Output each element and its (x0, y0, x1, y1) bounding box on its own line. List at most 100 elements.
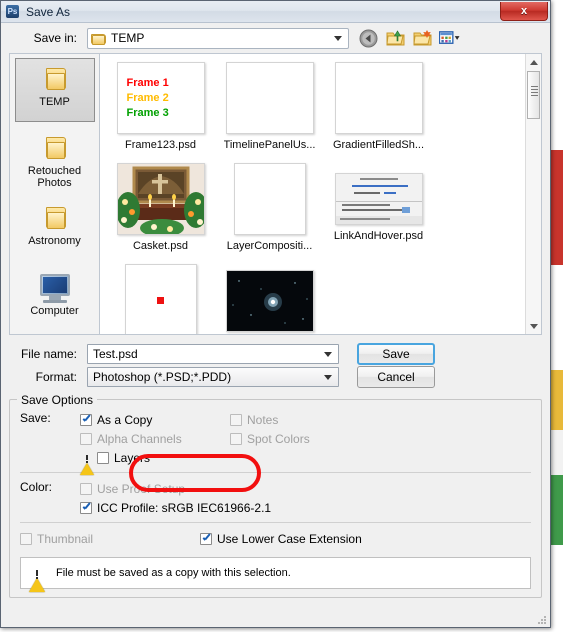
save-row: Save: As a Copy Notes Alpha Channels Spo… (20, 410, 531, 475)
checkbox-as-a-copy[interactable]: As a Copy (80, 413, 230, 427)
place-item-label: Computer (30, 305, 79, 317)
folder-glyph (45, 205, 66, 229)
file-name-value: Test.psd (93, 346, 138, 361)
warning-message-text: File must be saved as a copy with this s… (56, 567, 291, 579)
file-item[interactable]: BigTestFile.psd (217, 264, 322, 334)
file-item[interactable]: GradientFilledSh... (326, 62, 431, 151)
checkbox-box[interactable] (97, 451, 109, 464)
color-row: Color: Use Proof Setup ICC Profile: sRGB… (20, 479, 531, 517)
title-bar: Ps Save As x (1, 1, 550, 23)
place-item-label: TEMP (39, 96, 70, 108)
checkbox-label: Layers (114, 450, 151, 465)
thumb-text-line: Frame 3 (126, 106, 169, 119)
checkbox-alpha-channels[interactable]: Alpha Channels (80, 432, 230, 446)
file-item[interactable]: TimelinePanelUs... (217, 62, 322, 151)
file-thumbnail-shape-test (124, 264, 197, 334)
file-name-label: LayerCompositi... (226, 240, 313, 252)
checkbox-layers[interactable]: Layers (97, 451, 150, 465)
file-thumbnail-casket (116, 163, 205, 235)
background-strip-segment (550, 545, 563, 632)
file-name-label-text: File name: (20, 346, 77, 361)
thumb-text-line: Frame 2 (126, 91, 169, 104)
checkbox-box[interactable] (80, 482, 92, 495)
views-icon[interactable] (439, 28, 460, 49)
background-strip-segment (550, 370, 563, 430)
red-square-shape (157, 296, 164, 304)
file-name-label: Casket.psd (132, 240, 189, 252)
close-button[interactable]: x (500, 2, 548, 21)
checkbox-box[interactable] (80, 501, 92, 514)
photoshop-icon: Ps (6, 5, 19, 18)
checkbox-line: Layers (80, 448, 531, 475)
background-strip-segment (550, 150, 563, 265)
file-grid: Frame 1 Frame 2 Frame 3 Frame123.psd Tim… (100, 54, 541, 334)
checkbox-box[interactable] (230, 413, 242, 426)
thumb-text-line: Frame 1 (126, 76, 169, 89)
format-value: Photoshop (*.PSD;*.PDD) (93, 369, 232, 384)
new-folder-icon[interactable] (412, 28, 433, 49)
save-in-combobox[interactable]: TEMP (87, 27, 349, 49)
save-button[interactable]: Save (357, 342, 435, 365)
checkbox-box[interactable] (20, 532, 32, 545)
format-label-text: Format: (35, 369, 77, 384)
chevron-down-icon[interactable] (324, 374, 332, 380)
checkbox-box[interactable] (80, 413, 92, 426)
file-thumbnail-blank (233, 163, 306, 235)
chevron-down-icon (334, 36, 342, 41)
bottom-checkbox-line: Thumbnail Use Lower Case Extension (20, 529, 531, 548)
checkbox-box[interactable] (80, 432, 92, 445)
computer-icon (37, 273, 73, 303)
up-one-level-icon[interactable] (385, 28, 406, 49)
cancel-button[interactable]: Cancel (357, 365, 435, 388)
file-thumbnail-blank (225, 62, 314, 134)
checkbox-notes[interactable]: Notes (230, 413, 278, 427)
chevron-down-icon[interactable] (324, 351, 332, 357)
folder-icon (91, 32, 106, 45)
file-list[interactable]: Frame 1 Frame 2 Frame 3 Frame123.psd Tim… (99, 53, 542, 335)
file-item[interactable]: Casket.psd (108, 163, 213, 252)
scrollbar-thumb[interactable] (527, 71, 540, 119)
checkbox-line: ICC Profile: sRGB IEC61966-2.1 (80, 498, 531, 517)
navigation-toolbar (358, 28, 460, 49)
checkbox-use-lower-case-extension[interactable]: Use Lower Case Extension (200, 532, 362, 546)
format-combobox[interactable]: Photoshop (*.PSD;*.PDD) (87, 366, 339, 387)
checkbox-line: Alpha Channels Spot Colors (80, 429, 531, 448)
checkbox-label: Notes (247, 412, 279, 427)
checkbox-thumbnail[interactable]: Thumbnail (20, 532, 200, 546)
background-strip-segment (550, 430, 563, 475)
checkbox-label: ICC Profile: sRGB IEC61966-2.1 (97, 500, 272, 515)
save-as-dialog: Ps Save As x Save in: TEMP TEMP Retouche… (0, 0, 551, 628)
place-item-temp[interactable]: TEMP (14, 58, 95, 122)
place-item-astronomy[interactable]: Astronomy (15, 198, 95, 262)
checkbox-spot-colors[interactable]: Spot Colors (230, 432, 310, 446)
file-item[interactable]: LayerCompositi... (217, 163, 322, 252)
checkbox-icc-profile[interactable]: ICC Profile: sRGB IEC61966-2.1 (80, 501, 271, 515)
file-browser-area: TEMP Retouched Photos Astronomy Computer… (9, 53, 542, 335)
place-item-computer[interactable]: Computer (15, 268, 95, 332)
places-bar: TEMP Retouched Photos Astronomy Computer (9, 53, 99, 335)
file-name-input[interactable]: Test.psd (87, 343, 339, 364)
checkbox-line: Use Proof Setup (80, 479, 531, 498)
place-item-retouched-photos[interactable]: Retouched Photos (15, 128, 95, 192)
checkbox-label: Use Lower Case Extension (217, 531, 362, 546)
scroll-down-button[interactable] (526, 318, 541, 334)
dialog-body: TEMP Retouched Photos Astronomy Computer… (1, 53, 550, 598)
checkbox-label: Alpha Channels (97, 431, 182, 446)
checkbox-box[interactable] (230, 432, 242, 445)
checkbox-box[interactable] (200, 532, 212, 545)
file-name-label: LinkAndHover.psd (333, 230, 424, 242)
warning-icon (80, 451, 94, 475)
save-options-group: Save Options Save: As a Copy Notes Alpha… (9, 393, 542, 598)
file-item[interactable]: LinkAndHover.psd (326, 163, 431, 252)
resize-grip[interactable] (535, 613, 547, 625)
background-strip-segment (550, 265, 563, 370)
warning-message-box: File must be saved as a copy with this s… (20, 557, 531, 592)
scroll-up-button[interactable] (526, 54, 541, 70)
back-icon[interactable] (358, 28, 379, 49)
folder-glyph (45, 135, 66, 159)
background-document-strip (550, 0, 563, 632)
file-item[interactable]: Frame 1 Frame 2 Frame 3 Frame123.psd (108, 62, 213, 151)
file-list-scrollbar[interactable] (525, 54, 541, 334)
checkbox-use-proof-setup[interactable]: Use Proof Setup (80, 482, 185, 496)
file-item[interactable]: ShapeTestImage... (108, 264, 213, 334)
